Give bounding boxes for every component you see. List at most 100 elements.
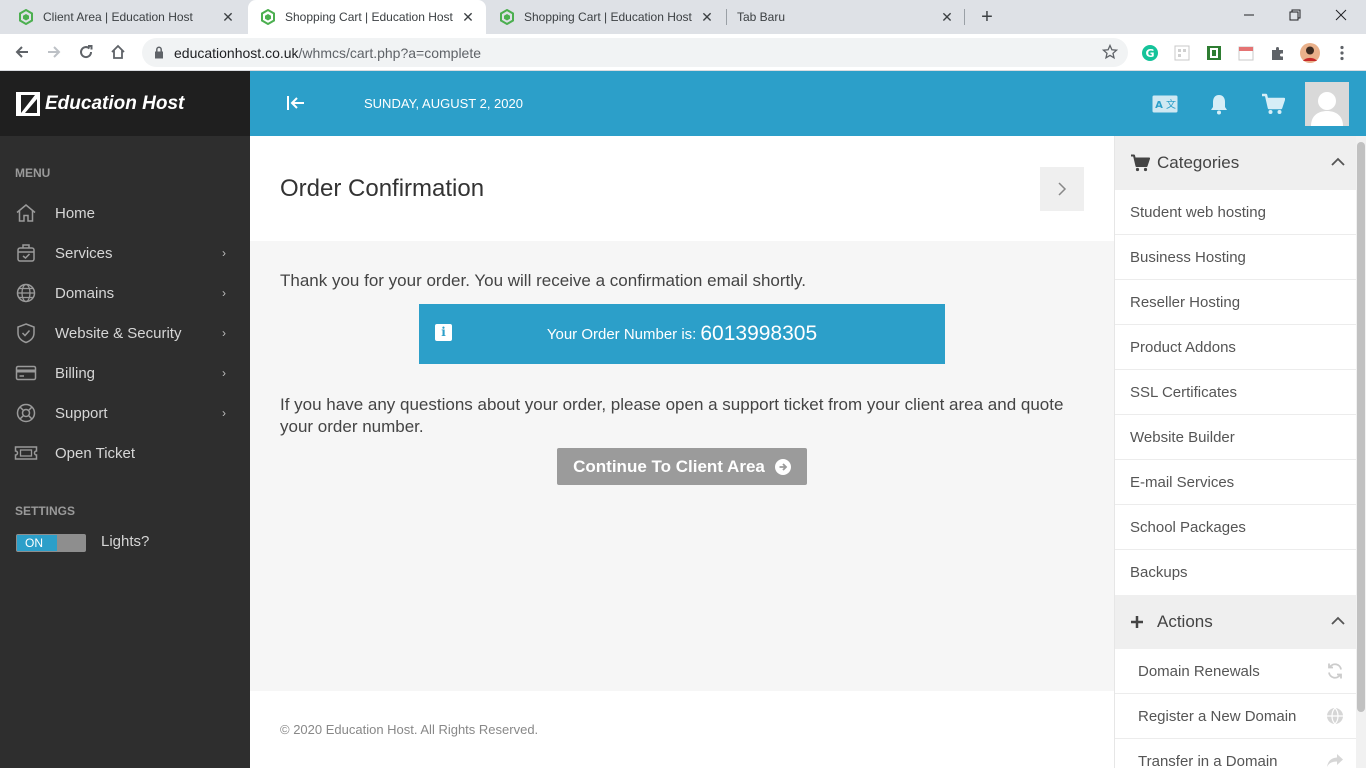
action-domain-renewals[interactable]: Domain Renewals bbox=[1115, 649, 1356, 694]
profile-avatar-icon[interactable] bbox=[1300, 43, 1320, 63]
chevron-up-icon[interactable] bbox=[1331, 613, 1345, 631]
tab-title: Client Area | Education Host bbox=[43, 10, 193, 24]
sidebar-item-billing[interactable]: Billing › bbox=[0, 353, 250, 393]
order-number-text: Your Order Number is: 6013998305 bbox=[419, 304, 945, 364]
extension-green-icon[interactable] bbox=[1205, 44, 1223, 62]
lifebuoy-icon bbox=[14, 401, 38, 425]
restore-icon[interactable] bbox=[1272, 0, 1318, 30]
arrow-circle-right-icon bbox=[774, 458, 791, 475]
tab-title: Shopping Cart | Education Host bbox=[285, 10, 453, 24]
page-title: Order Confirmation bbox=[280, 175, 485, 202]
back-arrow-icon[interactable] bbox=[10, 40, 34, 64]
category-business-hosting[interactable]: Business Hosting bbox=[1115, 235, 1356, 280]
categories-panel-header[interactable]: Categories bbox=[1115, 136, 1356, 190]
sidebar-item-website-security[interactable]: Website & Security › bbox=[0, 313, 250, 353]
order-number-label: Your Order Number is: bbox=[546, 325, 697, 343]
browser-tab-new[interactable]: Tab Baru ✕ bbox=[727, 0, 965, 34]
browser-tab-client-area[interactable]: Client Area | Education Host ✕ bbox=[0, 0, 246, 34]
globe-icon bbox=[1326, 707, 1344, 725]
sidebar-item-services[interactable]: Services › bbox=[0, 233, 250, 273]
svg-text:文: 文 bbox=[1166, 98, 1176, 111]
main-content: Order Confirmation Thank you for your or… bbox=[250, 136, 1114, 768]
url-path: /whmcs/cart.php?a=complete bbox=[298, 45, 482, 61]
collapse-sidebar-icon[interactable] bbox=[286, 93, 306, 118]
user-silhouette-icon bbox=[1311, 92, 1343, 126]
browser-tab-shopping-cart[interactable]: Shopping Cart | Education Host ✕ bbox=[487, 0, 725, 34]
reload-icon[interactable] bbox=[74, 40, 98, 64]
chevron-right-icon[interactable] bbox=[1040, 167, 1084, 211]
tab-separator bbox=[964, 9, 965, 25]
extension-grid-icon[interactable] bbox=[1173, 44, 1191, 62]
tab-title: Shopping Cart | Education Host bbox=[524, 10, 692, 24]
action-register-new-domain[interactable]: Register a New Domain bbox=[1115, 694, 1356, 739]
site-favicon-icon bbox=[500, 9, 514, 25]
category-reseller-hosting[interactable]: Reseller Hosting bbox=[1115, 280, 1356, 325]
category-school-packages[interactable]: School Packages bbox=[1115, 505, 1356, 550]
globe-icon bbox=[14, 281, 38, 305]
scrollbar-thumb[interactable] bbox=[1357, 142, 1365, 712]
browser-tab-strip: Client Area | Education Host ✕ Shopping … bbox=[0, 0, 1366, 34]
actions-panel-header[interactable]: Actions bbox=[1115, 595, 1356, 649]
brand-name: Education Host bbox=[45, 92, 185, 114]
chevron-up-icon[interactable] bbox=[1331, 154, 1345, 172]
thank-you-message: Thank you for your order. You will recei… bbox=[280, 271, 806, 290]
user-avatar[interactable] bbox=[1305, 82, 1349, 126]
site-favicon-icon bbox=[261, 9, 275, 25]
categories-title: Categories bbox=[1157, 153, 1240, 172]
bookmark-star-icon[interactable] bbox=[1102, 44, 1118, 60]
sidebar-item-label: Domains bbox=[55, 284, 115, 302]
extensions-puzzle-icon[interactable] bbox=[1269, 44, 1287, 62]
share-arrow-icon bbox=[1326, 752, 1344, 768]
browser-menu-dots-icon[interactable] bbox=[1333, 44, 1351, 62]
sidebar-item-home[interactable]: Home bbox=[0, 193, 250, 233]
sidebar-item-domains[interactable]: Domains › bbox=[0, 273, 250, 313]
sidebar-item-label: Services bbox=[55, 244, 113, 262]
sidebar-item-label: Support bbox=[55, 404, 108, 422]
home-icon bbox=[14, 201, 38, 225]
browser-toolbar: educationhost.co.uk/whmcs/cart.php?a=com… bbox=[0, 34, 1366, 71]
toggle-state: ON bbox=[17, 535, 57, 551]
minimize-icon[interactable] bbox=[1226, 0, 1272, 30]
address-bar[interactable]: educationhost.co.uk/whmcs/cart.php?a=com… bbox=[142, 38, 1128, 67]
sidebar-item-open-ticket[interactable]: Open Ticket bbox=[0, 433, 250, 473]
close-icon[interactable]: ✕ bbox=[460, 9, 476, 25]
category-website-builder[interactable]: Website Builder bbox=[1115, 415, 1356, 460]
shopping-cart-icon[interactable] bbox=[1260, 91, 1286, 117]
browser-tab-shopping-cart-active[interactable]: Shopping Cart | Education Host ✕ bbox=[248, 0, 486, 34]
home-icon[interactable] bbox=[106, 40, 130, 64]
category-student-web-hosting[interactable]: Student web hosting bbox=[1115, 190, 1356, 235]
window-close-icon[interactable] bbox=[1318, 0, 1364, 30]
url-text: educationhost.co.uk/whmcs/cart.php?a=com… bbox=[174, 45, 481, 61]
action-label: Domain Renewals bbox=[1138, 662, 1260, 680]
grammarly-extension-icon[interactable]: G bbox=[1141, 44, 1159, 62]
refresh-icon bbox=[1326, 662, 1344, 680]
menu-section-label: MENU bbox=[15, 166, 51, 180]
lights-toggle[interactable]: ON bbox=[16, 534, 86, 552]
lock-icon bbox=[155, 46, 163, 59]
forward-arrow-icon[interactable] bbox=[42, 40, 66, 64]
category-ssl-certificates[interactable]: SSL Certificates bbox=[1115, 370, 1356, 415]
category-backups[interactable]: Backups bbox=[1115, 550, 1356, 595]
ticket-icon bbox=[14, 441, 38, 465]
continue-to-client-area-button[interactable]: Continue To Client Area bbox=[557, 448, 807, 485]
close-icon[interactable]: ✕ bbox=[220, 9, 236, 25]
notification-bell-icon[interactable] bbox=[1206, 91, 1232, 117]
svg-text:G: G bbox=[1145, 47, 1154, 60]
sidebar-item-support[interactable]: Support › bbox=[0, 393, 250, 433]
close-icon[interactable]: ✕ bbox=[699, 9, 715, 25]
chevron-right-icon: › bbox=[222, 406, 226, 420]
calendar-extension-icon[interactable] bbox=[1237, 44, 1255, 62]
category-email-services[interactable]: E-mail Services bbox=[1115, 460, 1356, 505]
support-message: If you have any questions about your ord… bbox=[280, 395, 1064, 436]
sidebar-item-label: Open Ticket bbox=[55, 444, 136, 462]
language-translate-icon[interactable]: A文 bbox=[1152, 91, 1178, 117]
action-transfer-domain[interactable]: Transfer in a Domain bbox=[1115, 739, 1356, 768]
close-icon[interactable]: ✕ bbox=[939, 9, 955, 25]
chevron-right-icon: › bbox=[222, 326, 226, 340]
chevron-right-icon: › bbox=[222, 286, 226, 300]
page-scrollbar[interactable] bbox=[1356, 136, 1366, 768]
new-tab-plus-icon[interactable]: + bbox=[976, 7, 998, 29]
category-product-addons[interactable]: Product Addons bbox=[1115, 325, 1356, 370]
plus-icon bbox=[1130, 615, 1150, 629]
brand-logo[interactable]: Education Host bbox=[0, 71, 250, 136]
